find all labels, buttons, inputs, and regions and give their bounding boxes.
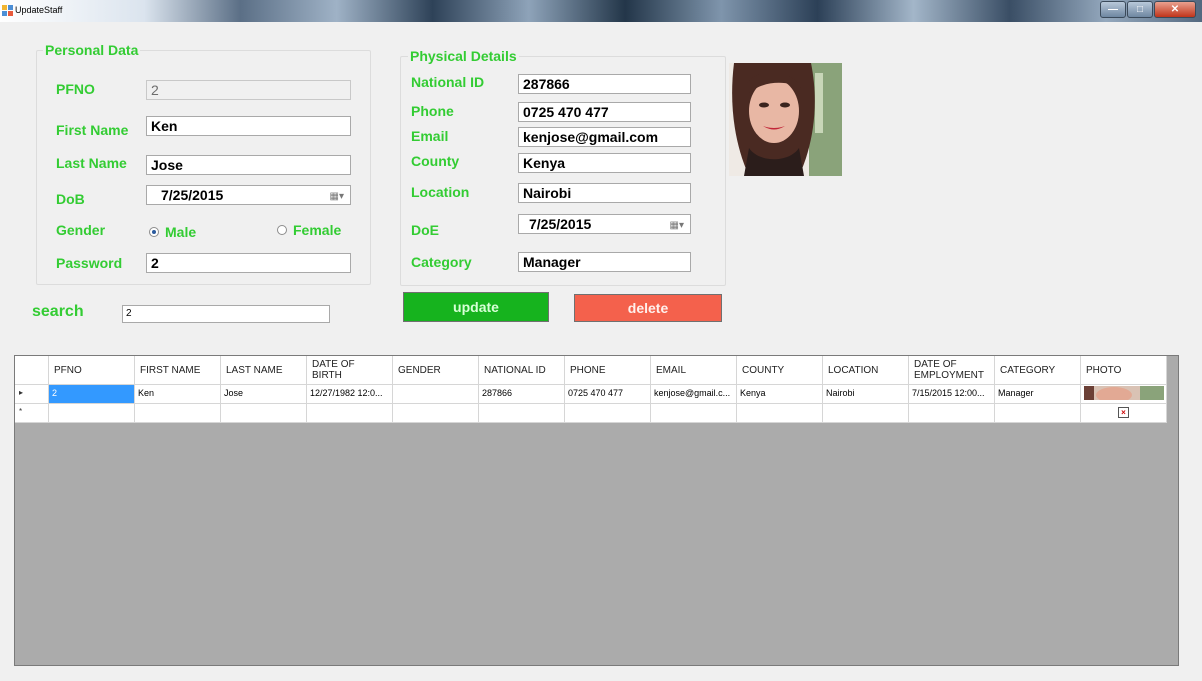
table-row[interactable]: ▸ 2 Ken Jose 12/27/1982 12:0... 287866 0… (15, 385, 1167, 404)
table-cell[interactable] (393, 404, 479, 423)
title-bar: UpdateStaff — □ ✕ (0, 0, 1202, 22)
column-header[interactable]: FIRST NAME (135, 356, 221, 385)
table-cell[interactable]: kenjose@gmail.c... (651, 385, 737, 404)
staff-data-grid[interactable]: PFNO FIRST NAME LAST NAME DATE OF BIRTH … (14, 355, 1179, 666)
pfno-field: 2 (146, 80, 351, 100)
column-header[interactable]: DATE OF BIRTH (307, 356, 393, 385)
first-name-label: First Name (56, 122, 129, 138)
county-label: County (411, 153, 460, 169)
personal-data-title: Personal Data (43, 42, 141, 58)
table-cell[interactable] (221, 404, 307, 423)
new-row-marker[interactable]: * (15, 404, 49, 423)
column-header[interactable]: DATE OF EMPLOYMENT (909, 356, 995, 385)
app-icon (2, 5, 13, 16)
new-table-row[interactable]: * × (15, 404, 1167, 423)
update-button[interactable]: update (403, 292, 549, 322)
doe-picker[interactable]: 7/25/2015 ▦▾ (518, 214, 691, 234)
table-cell[interactable] (823, 404, 909, 423)
gender-male-label: Male (165, 224, 197, 240)
column-header[interactable]: LAST NAME (221, 356, 307, 385)
broken-image-icon: × (1118, 407, 1129, 418)
doe-label: DoE (411, 222, 439, 238)
table-cell[interactable]: 0725 470 477 (565, 385, 651, 404)
delete-button[interactable]: delete (574, 294, 722, 322)
table-cell[interactable] (307, 404, 393, 423)
email-field[interactable]: kenjose@gmail.com (518, 127, 691, 147)
category-field[interactable]: Manager (518, 252, 691, 272)
row-selector-arrow-icon[interactable]: ▸ (15, 385, 49, 404)
dob-value: 7/25/2015 (161, 187, 224, 203)
column-header[interactable]: NATIONAL ID (479, 356, 565, 385)
location-label: Location (411, 184, 470, 200)
calendar-dropdown-icon[interactable]: ▦▾ (330, 189, 344, 204)
category-label: Category (411, 254, 472, 270)
table-cell[interactable] (393, 385, 479, 404)
gender-male-radio[interactable]: Male (149, 224, 196, 240)
column-header[interactable]: LOCATION (823, 356, 909, 385)
table-cell[interactable] (909, 404, 995, 423)
maximize-button[interactable]: □ (1127, 1, 1153, 18)
column-header[interactable]: GENDER (393, 356, 479, 385)
window-title: UpdateStaff (15, 5, 63, 15)
table-cell[interactable]: 12/27/1982 12:0... (307, 385, 393, 404)
physical-details-title: Physical Details (408, 48, 519, 64)
table-cell[interactable]: Ken (135, 385, 221, 404)
grid-header-row: PFNO FIRST NAME LAST NAME DATE OF BIRTH … (15, 356, 1167, 385)
table-cell[interactable] (479, 404, 565, 423)
minimize-button[interactable]: — (1100, 1, 1126, 18)
email-label: Email (411, 128, 449, 144)
calendar-dropdown-icon[interactable]: ▦▾ (670, 218, 684, 233)
dob-picker[interactable]: 7/25/2015 ▦▾ (146, 185, 351, 205)
table-cell[interactable]: 7/15/2015 12:00... (909, 385, 995, 404)
column-header[interactable]: CATEGORY (995, 356, 1081, 385)
grid-row-header-corner (15, 356, 49, 385)
password-field[interactable]: 2 (146, 253, 351, 273)
table-cell[interactable]: 2 (49, 385, 135, 404)
last-name-field[interactable]: Jose (146, 155, 351, 175)
last-name-label: Last Name (56, 155, 127, 171)
national-id-field[interactable]: 287866 (518, 74, 691, 94)
doe-value: 7/25/2015 (529, 216, 592, 232)
national-id-label: National ID (411, 74, 485, 90)
column-header[interactable]: COUNTY (737, 356, 823, 385)
close-button[interactable]: ✕ (1154, 1, 1196, 18)
search-input[interactable]: 2 (122, 305, 330, 323)
dob-label: DoB (56, 191, 85, 207)
phone-label: Phone (411, 103, 454, 119)
radio-unselected-icon (277, 225, 287, 235)
table-cell[interactable] (565, 404, 651, 423)
gender-label: Gender (56, 222, 106, 238)
first-name-field[interactable]: Ken (146, 116, 351, 136)
table-cell[interactable] (995, 404, 1081, 423)
county-field[interactable]: Kenya (518, 153, 691, 173)
pfno-label: PFNO (56, 81, 95, 97)
table-cell[interactable] (737, 404, 823, 423)
table-cell[interactable] (49, 404, 135, 423)
phone-field[interactable]: 0725 470 477 (518, 102, 691, 122)
radio-selected-icon (149, 227, 159, 237)
table-cell[interactable]: Nairobi (823, 385, 909, 404)
photo-cell[interactable]: × (1081, 404, 1167, 423)
table-cell[interactable] (135, 404, 221, 423)
column-header[interactable]: PHONE (565, 356, 651, 385)
photo-cell[interactable] (1081, 385, 1167, 404)
gender-female-label: Female (293, 222, 342, 238)
table-cell[interactable] (651, 404, 737, 423)
table-cell[interactable]: Jose (221, 385, 307, 404)
table-cell[interactable]: 287866 (479, 385, 565, 404)
password-label: Password (56, 255, 123, 271)
column-header[interactable]: PHOTO (1081, 356, 1167, 385)
table-cell[interactable]: Kenya (737, 385, 823, 404)
staff-photo-image (729, 63, 842, 176)
table-cell[interactable]: Manager (995, 385, 1081, 404)
gender-female-radio[interactable]: Female (277, 222, 341, 238)
photo-thumbnail (1084, 386, 1164, 400)
column-header[interactable]: EMAIL (651, 356, 737, 385)
location-field[interactable]: Nairobi (518, 183, 691, 203)
column-header[interactable]: PFNO (49, 356, 135, 385)
search-label: search (32, 303, 84, 320)
staff-photo (729, 63, 842, 176)
